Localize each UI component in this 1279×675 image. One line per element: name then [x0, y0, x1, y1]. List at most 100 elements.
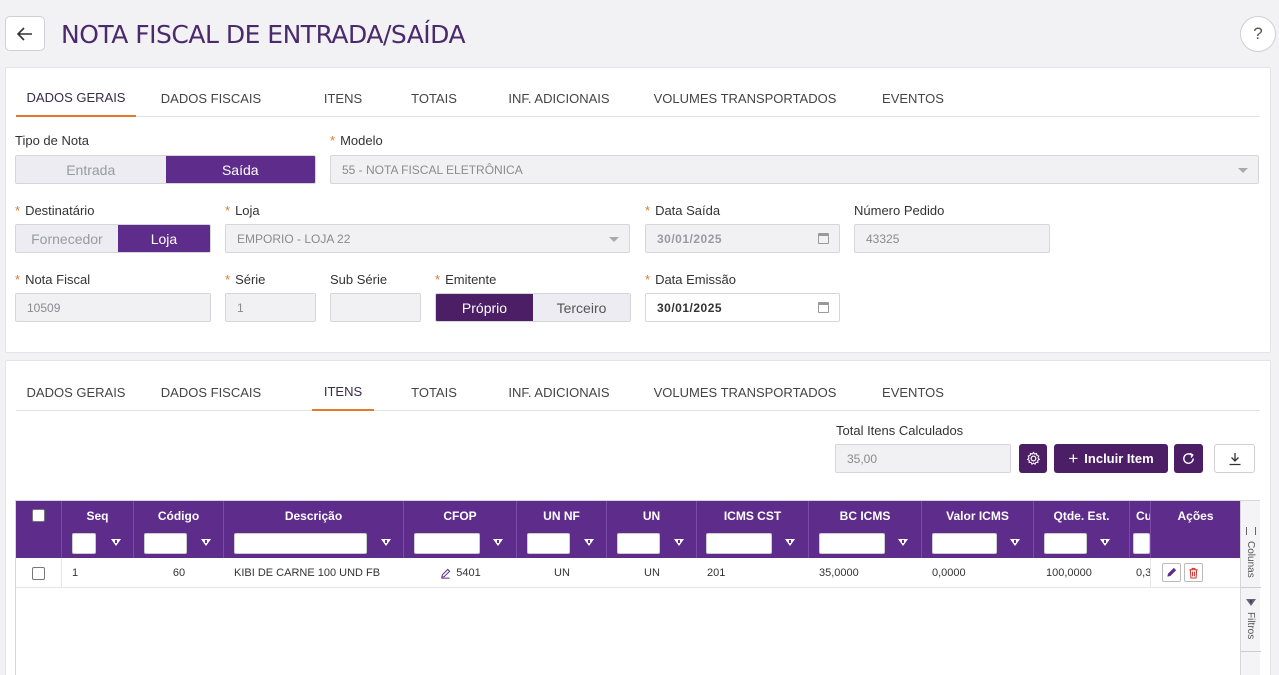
col-un[interactable]: UN: [607, 501, 697, 530]
destinatario-loja[interactable]: Loja: [117, 225, 210, 252]
col-bc-icms[interactable]: BC ICMS: [809, 501, 922, 530]
data-emissao-label: * Data Emissão: [645, 272, 736, 287]
sub-serie-label: Sub Série: [330, 272, 388, 287]
tab-itens[interactable]: ITENS: [312, 79, 374, 117]
grid-filter-row: [16, 530, 1150, 558]
filter-cu-input[interactable]: [1133, 533, 1150, 554]
chevron-down-icon: [609, 236, 619, 242]
tipo-nota-entrada[interactable]: Entrada: [16, 156, 166, 183]
tab-dados-gerais[interactable]: DADOS GERAIS: [16, 79, 136, 117]
tab-volumes[interactable]: VOLUMES TRANSPORTADOS: [654, 79, 837, 117]
filter-icon[interactable]: [381, 539, 391, 546]
filter-icon[interactable]: [898, 539, 908, 546]
plus-icon: +: [1068, 448, 1079, 468]
numero-pedido-input[interactable]: 43325: [854, 224, 1050, 253]
cell-cfop[interactable]: 5401: [404, 558, 517, 588]
filter-icon[interactable]: [201, 539, 211, 546]
filter-icms-cst-input[interactable]: [706, 533, 772, 554]
row-checkbox[interactable]: [32, 566, 45, 580]
numero-pedido-label: Número Pedido: [854, 203, 945, 218]
cell-descricao: KIBI DE CARNE 100 UND FB: [234, 567, 381, 579]
filter-icon[interactable]: [785, 539, 795, 546]
modelo-label: * Modelo: [330, 133, 383, 148]
col-seq[interactable]: Seq: [62, 501, 134, 530]
back-button[interactable]: [5, 16, 45, 51]
grid-side-panel: Colunas Filtros: [1240, 501, 1261, 675]
tab-volumes[interactable]: VOLUMES TRANSPORTADOS: [654, 373, 837, 411]
serie-input[interactable]: 1: [225, 293, 316, 322]
filter-qtde-est-input[interactable]: [1044, 533, 1087, 554]
tab-dados-fiscais[interactable]: DADOS FISCAIS: [156, 79, 266, 117]
delete-row-button[interactable]: [1184, 563, 1203, 582]
loja-select[interactable]: EMPORIO - LOJA 22: [225, 224, 630, 253]
filter-codigo-input[interactable]: [144, 533, 187, 554]
filter-cfop-input[interactable]: [414, 533, 480, 554]
col-cu[interactable]: Cu: [1130, 501, 1150, 530]
grid-header: Seq Código Descrição CFOP UN NF UN ICMS …: [16, 501, 1150, 530]
table-row[interactable]: 1 60 KIBI DE CARNE 100 UND FB 5401 UN UN…: [16, 558, 1150, 588]
tab-itens[interactable]: ITENS: [312, 373, 374, 411]
filter-seq-input[interactable]: [72, 533, 96, 554]
emitente-terceiro[interactable]: Terceiro: [533, 294, 630, 321]
destinatario-fornecedor[interactable]: Fornecedor: [16, 225, 118, 252]
total-itens-label: Total Itens Calculados: [836, 423, 964, 438]
filter-un-input[interactable]: [617, 533, 660, 554]
filtros-toggle[interactable]: Filtros: [1245, 612, 1256, 639]
columnas-toggle[interactable]: Colunas: [1245, 541, 1256, 578]
sub-serie-input[interactable]: [330, 293, 421, 322]
filter-valor-icms-input[interactable]: [932, 533, 997, 554]
download-button[interactable]: [1214, 444, 1255, 473]
settings-button[interactable]: [1019, 444, 1047, 473]
tab-eventos[interactable]: EVENTOS: [878, 79, 948, 117]
data-saida-input[interactable]: 30/01/2025: [645, 224, 840, 253]
col-descricao[interactable]: Descrição: [224, 501, 404, 530]
filter-bc-icms-input[interactable]: [819, 533, 885, 554]
col-cfop[interactable]: CFOP: [404, 501, 517, 530]
col-icms-cst[interactable]: ICMS CST: [697, 501, 809, 530]
filter-icon[interactable]: [584, 539, 594, 546]
trash-icon: [1189, 567, 1198, 579]
filter-descricao-input[interactable]: [234, 533, 367, 554]
actions-column: Ações: [1150, 501, 1240, 558]
col-acoes: Ações: [1177, 508, 1214, 523]
filter-icon[interactable]: [493, 539, 503, 546]
tab-inf-adicionais[interactable]: INF. ADICIONAIS: [506, 373, 612, 411]
col-qtde-est[interactable]: Qtde. Est.: [1034, 501, 1130, 530]
col-un-nf[interactable]: UN NF: [517, 501, 607, 530]
data-emissao-input[interactable]: 30/01/2025: [645, 293, 840, 322]
select-all-checkbox[interactable]: [32, 509, 45, 522]
modelo-select[interactable]: 55 - NOTA FISCAL ELETRÔNICA: [330, 155, 1259, 184]
tab-totais[interactable]: TOTAIS: [404, 373, 464, 411]
filter-icon[interactable]: [674, 539, 684, 546]
help-button[interactable]: ?: [1240, 16, 1276, 52]
download-icon: [1229, 452, 1240, 465]
pencil-icon: [1167, 567, 1177, 577]
col-codigo[interactable]: Código: [134, 501, 224, 530]
filter-un-nf-input[interactable]: [527, 533, 570, 554]
edit-row-button[interactable]: [1162, 563, 1181, 582]
filter-icon[interactable]: [1010, 539, 1020, 546]
columns-icon: [1246, 527, 1256, 535]
filter-icon[interactable]: [111, 539, 121, 546]
tipo-nota-saida[interactable]: Saída: [165, 156, 315, 183]
tab-eventos[interactable]: EVENTOS: [878, 373, 948, 411]
tab-dados-fiscais[interactable]: DADOS FISCAIS: [156, 373, 266, 411]
tab-inf-adicionais[interactable]: INF. ADICIONAIS: [506, 79, 612, 117]
itens-grid: Seq Código Descrição CFOP UN NF UN ICMS …: [15, 500, 1261, 675]
row-actions: [1150, 558, 1240, 588]
page-title: NOTA FISCAL DE ENTRADA/SAÍDA: [61, 20, 466, 49]
refresh-button[interactable]: [1174, 444, 1203, 473]
tab-bar: DADOS GERAIS DADOS FISCAIS ITENS TOTAIS …: [16, 79, 1260, 117]
emitente-toggle: Próprio Terceiro: [435, 293, 631, 322]
destinatario-label: * Destinatário: [15, 203, 95, 218]
tab-totais[interactable]: TOTAIS: [404, 79, 464, 117]
loja-label: * Loja: [225, 203, 260, 218]
filter-icon: [1246, 599, 1256, 606]
filter-icon[interactable]: [1100, 539, 1110, 546]
emitente-proprio[interactable]: Próprio: [436, 294, 533, 321]
nota-fiscal-input[interactable]: 10509: [15, 293, 211, 322]
incluir-item-button[interactable]: + Incluir Item: [1054, 444, 1168, 473]
tab-dados-gerais[interactable]: DADOS GERAIS: [16, 373, 136, 411]
col-valor-icms[interactable]: Valor ICMS: [922, 501, 1034, 530]
cell-valor-icms: 0,0000: [932, 567, 966, 579]
